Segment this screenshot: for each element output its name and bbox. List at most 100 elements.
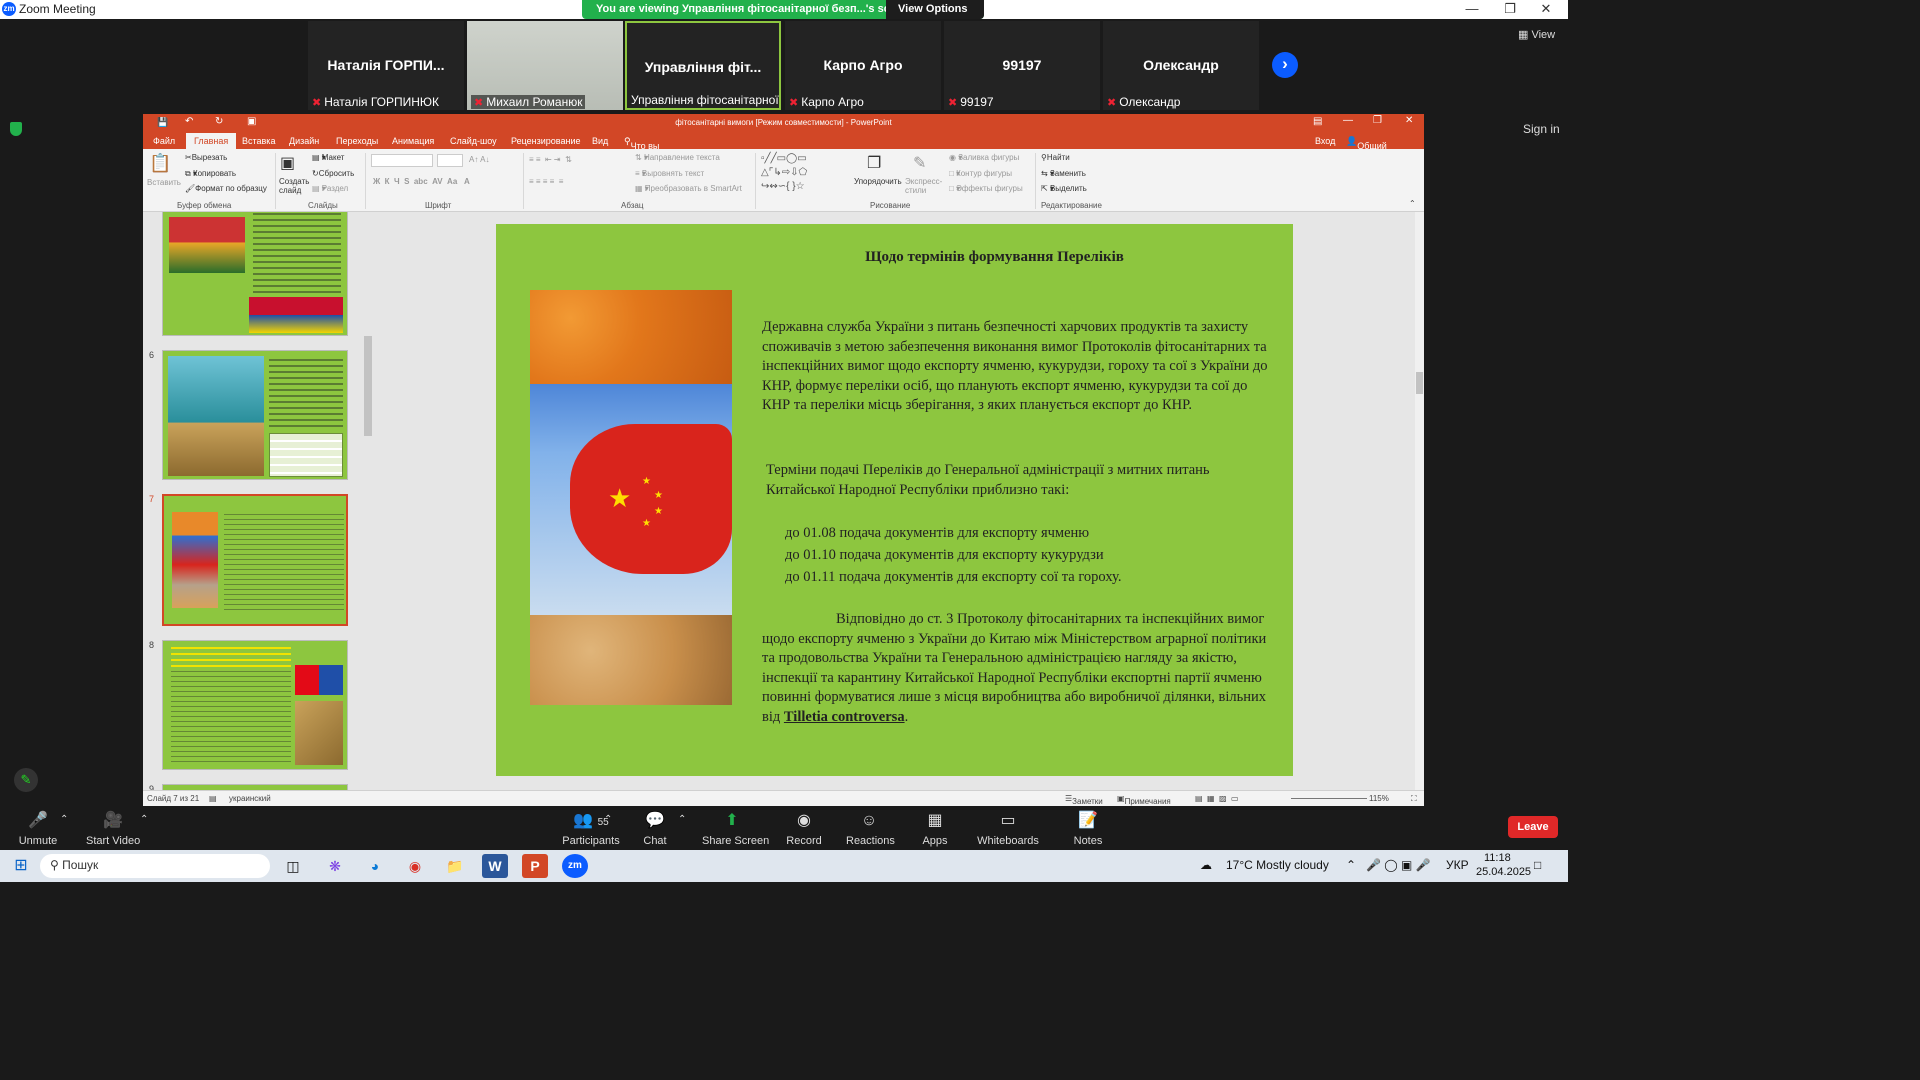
view-options-button[interactable]: View Options ▾ bbox=[886, 0, 984, 28]
windows-start-icon[interactable]: ⊞ bbox=[8, 854, 34, 878]
tab-insert[interactable]: Вставка bbox=[242, 136, 275, 146]
leave-button[interactable]: Leave bbox=[1508, 816, 1558, 838]
align-buttons[interactable]: ≡ ≡ ≡ ≡ ≡ bbox=[529, 177, 563, 186]
list-buttons[interactable]: ≡ ≡ ⇤ ⇥ ⇅ bbox=[529, 155, 572, 164]
font-name-select[interactable] bbox=[371, 154, 433, 167]
sign-in-link[interactable]: Sign in bbox=[1523, 122, 1560, 136]
shape-effects-button[interactable]: □ Эффекты фигуры ▾ bbox=[949, 184, 1023, 193]
arrange-button[interactable]: Упорядочить bbox=[854, 177, 902, 186]
chat-caret[interactable]: ⌃ bbox=[678, 814, 686, 825]
participant-tile-active[interactable]: Управління фіт... Управління фітосанітар… bbox=[625, 21, 781, 110]
new-slide-button[interactable]: Создать слайд bbox=[279, 177, 311, 195]
word-icon[interactable]: W bbox=[482, 854, 508, 878]
weather-text[interactable]: 17°C Mostly cloudy bbox=[1226, 858, 1329, 872]
tab-slideshow[interactable]: Слайд-шоу bbox=[450, 136, 497, 146]
ribbon-display-icon[interactable]: ▤ bbox=[1313, 116, 1322, 127]
tab-animation[interactable]: Анимация bbox=[392, 136, 434, 146]
maximize-button[interactable]: ❐ bbox=[1492, 0, 1528, 19]
quick-styles-button[interactable]: Экспресс-стили bbox=[905, 177, 942, 195]
annotate-pencil-icon[interactable]: ✎ bbox=[14, 768, 38, 792]
font-size-select[interactable] bbox=[437, 154, 463, 167]
participant-tile[interactable]: Олександр ✖ Олександр bbox=[1103, 21, 1259, 110]
smartart-button[interactable]: ▦ Преобразовать в SmartArt ▾ bbox=[635, 184, 742, 193]
shape-fill-button[interactable]: ◉ Заливка фигуры ▾ bbox=[949, 153, 1019, 162]
zoom-slider[interactable] bbox=[1291, 798, 1367, 799]
notes-button[interactable]: ☰ Заметки bbox=[1065, 794, 1103, 806]
participant-tile[interactable]: Наталія ГОРПИ... ✖ Наталія ГОРПИНЮК bbox=[308, 21, 464, 110]
edge-icon[interactable]: ◕ bbox=[362, 854, 388, 878]
slide-thumbnail[interactable] bbox=[162, 212, 348, 336]
view-button[interactable]: ▦ View bbox=[1518, 28, 1555, 41]
chrome-icon[interactable]: ◉ bbox=[402, 854, 428, 878]
ppt-close-button[interactable]: ✕ bbox=[1405, 115, 1413, 126]
clock-date[interactable]: 25.04.2025 bbox=[1476, 866, 1531, 878]
zoom-level[interactable]: 115% bbox=[1369, 794, 1389, 803]
tab-home[interactable]: Главная bbox=[186, 133, 237, 149]
chat-button[interactable]: 💬 Chat bbox=[640, 810, 670, 847]
align-text-button[interactable]: ≡ Выровнять текст ▾ bbox=[635, 169, 704, 178]
layout-button[interactable]: ▤ Макет ▾ bbox=[312, 153, 344, 162]
weather-icon[interactable]: ☁ bbox=[1200, 858, 1212, 872]
tell-me-search[interactable]: ⚲ Что вы хотите сделать? bbox=[624, 136, 669, 171]
notifications-icon[interactable]: □ bbox=[1534, 858, 1541, 872]
taskbar-search[interactable]: ⚲ Пошук bbox=[40, 854, 270, 878]
zoom-taskbar-icon[interactable]: zm bbox=[562, 854, 588, 878]
tab-file[interactable]: Файл bbox=[153, 136, 175, 146]
ppt-minimize-button[interactable]: — bbox=[1343, 115, 1353, 126]
share-screen-button[interactable]: ⬆ Share Screen bbox=[702, 810, 769, 847]
participant-tile[interactable]: 99197 ✖ 99197 bbox=[944, 21, 1100, 110]
quick-styles-icon[interactable]: ✎ bbox=[913, 153, 926, 173]
font-grow-icon[interactable]: A↑ A↓ bbox=[469, 155, 489, 164]
slide-thumbnail-selected[interactable] bbox=[162, 494, 348, 626]
tab-review[interactable]: Рецензирование bbox=[511, 136, 581, 146]
participant-tile-video[interactable]: ✖ Михаил Романюк bbox=[467, 21, 623, 110]
powerpoint-icon[interactable]: P bbox=[522, 854, 548, 878]
participants-caret[interactable]: ⌃ bbox=[604, 814, 612, 825]
whiteboards-button[interactable]: ▭ Whiteboards bbox=[976, 810, 1040, 847]
find-button[interactable]: ⚲ Найти bbox=[1041, 153, 1070, 162]
apps-button[interactable]: ▦ Apps bbox=[920, 810, 950, 847]
arrange-icon[interactable]: ❐ bbox=[867, 153, 881, 173]
record-button[interactable]: ◉ Record bbox=[786, 810, 822, 847]
slide-scrollbar[interactable] bbox=[1415, 212, 1424, 790]
slide-thumbnail[interactable] bbox=[162, 350, 348, 480]
notes-zoom-button[interactable]: 📝 Notes bbox=[1072, 810, 1104, 847]
file-explorer-icon[interactable]: 📁 bbox=[442, 854, 468, 878]
format-painter-button[interactable]: 🖌 Формат по образцу bbox=[185, 184, 267, 193]
close-button[interactable]: ✕ bbox=[1528, 0, 1564, 19]
scrollbar-thumb[interactable] bbox=[364, 336, 372, 436]
slide[interactable]: Щодо термінів формування Переліків ★ ★ ★… bbox=[496, 224, 1293, 776]
start-video-button[interactable]: 🎥 Start Video bbox=[86, 810, 140, 847]
shape-outline-button[interactable]: □ Контур фигуры ▾ bbox=[949, 169, 1012, 178]
thumbnail-scrollbar[interactable] bbox=[364, 216, 372, 788]
select-button[interactable]: ⇱ Выделить ▾ bbox=[1041, 184, 1087, 193]
unmute-button[interactable]: 🎤 Unmute bbox=[16, 810, 60, 847]
copy-button[interactable]: ⧉ Копировать ▾ bbox=[185, 169, 236, 179]
shapes-gallery[interactable]: ▫╱╱▭◯▭ △⌜↳⇨⇩⬠ ↪↭∽{ }☆ bbox=[761, 152, 851, 196]
minimize-button[interactable]: — bbox=[1454, 0, 1490, 19]
tab-view[interactable]: Вид bbox=[592, 136, 608, 146]
security-shield-icon[interactable] bbox=[10, 122, 22, 136]
ppt-restore-button[interactable]: ❐ bbox=[1373, 115, 1382, 126]
replace-button[interactable]: ⇆ Заменить ▾ bbox=[1041, 169, 1086, 178]
share-button[interactable]: 👤 Общий доступ bbox=[1346, 136, 1387, 161]
tab-transitions[interactable]: Переходы bbox=[336, 136, 378, 146]
paste-icon[interactable]: 📋 bbox=[149, 153, 171, 174]
copilot-icon[interactable]: ❋ bbox=[322, 854, 348, 878]
clock-time[interactable]: 11:18 bbox=[1484, 852, 1511, 864]
paste-button[interactable]: Вставить bbox=[147, 178, 181, 187]
tray-icons[interactable]: 🎤 ◯ ▣ 🎤 bbox=[1366, 858, 1431, 872]
tray-overflow-icon[interactable]: ⌃ bbox=[1346, 858, 1356, 872]
next-page-arrow-icon[interactable]: › bbox=[1272, 52, 1298, 78]
slide-thumbnail[interactable] bbox=[162, 640, 348, 770]
sign-in-ppt[interactable]: Вход bbox=[1315, 136, 1335, 146]
cut-button[interactable]: ✂ Вырезать bbox=[185, 153, 227, 162]
fit-slide-icon[interactable]: ⛶ bbox=[1411, 794, 1417, 804]
tab-design[interactable]: Дизайн bbox=[289, 136, 319, 146]
reset-button[interactable]: ↻ Сбросить bbox=[312, 169, 354, 178]
new-slide-icon[interactable]: ▣ bbox=[280, 153, 295, 173]
comments-button[interactable]: ▣ Примечания bbox=[1117, 794, 1171, 806]
spellcheck-icon[interactable]: ▤ bbox=[209, 794, 217, 803]
audio-options-caret[interactable]: ⌃ bbox=[60, 814, 68, 825]
language-indicator[interactable]: украинский bbox=[229, 794, 271, 803]
